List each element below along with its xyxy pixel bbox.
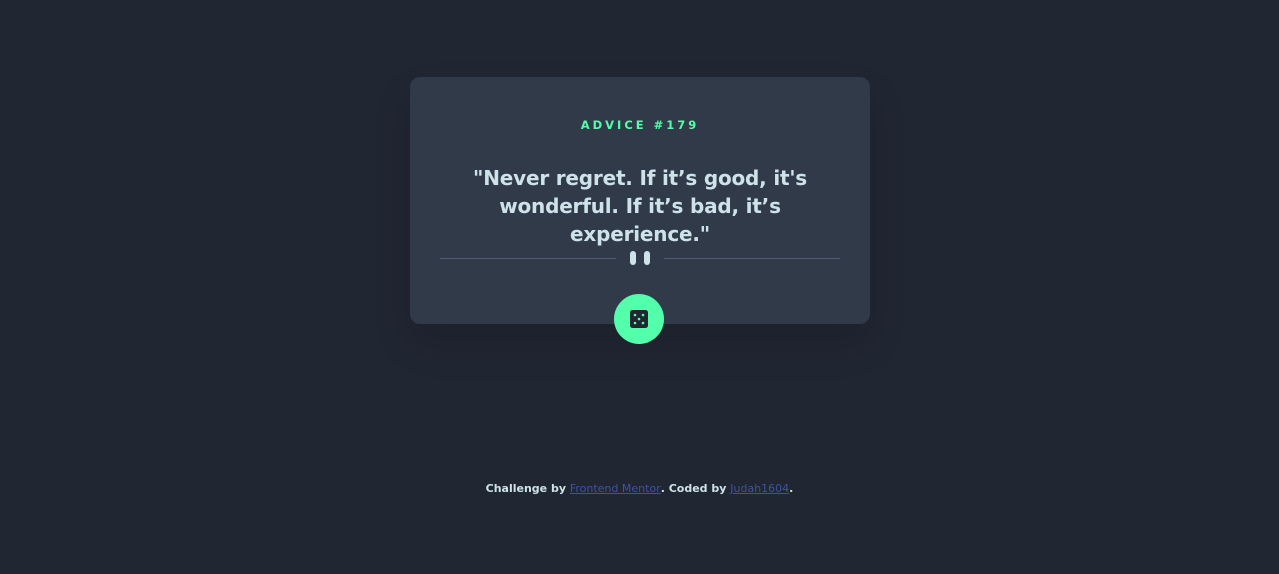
new-advice-button[interactable] (614, 294, 664, 344)
dice-icon (630, 310, 648, 328)
divider (440, 250, 840, 266)
advice-number: ADVICE #179 (580, 118, 700, 132)
page: ADVICE #179 "Never regret. If it’s good,… (0, 0, 1279, 574)
frontend-mentor-link[interactable]: Frontend Mentor (570, 482, 661, 495)
attribution-middle: . Coded by (660, 482, 731, 495)
attribution: Challenge by Frontend Mentor. Coded by J… (0, 482, 1279, 496)
divider-line-left (440, 258, 616, 259)
pause-icon (630, 251, 650, 265)
attribution-suffix: . (789, 482, 794, 495)
advice-quote: "Never regret. If it’s good, it's wonder… (473, 166, 807, 246)
divider-line-right (664, 258, 840, 259)
coder-link[interactable]: Judah1604 (730, 482, 789, 495)
advice-card: ADVICE #179 "Never regret. If it’s good,… (410, 77, 870, 324)
attribution-prefix: Challenge by (485, 482, 570, 495)
